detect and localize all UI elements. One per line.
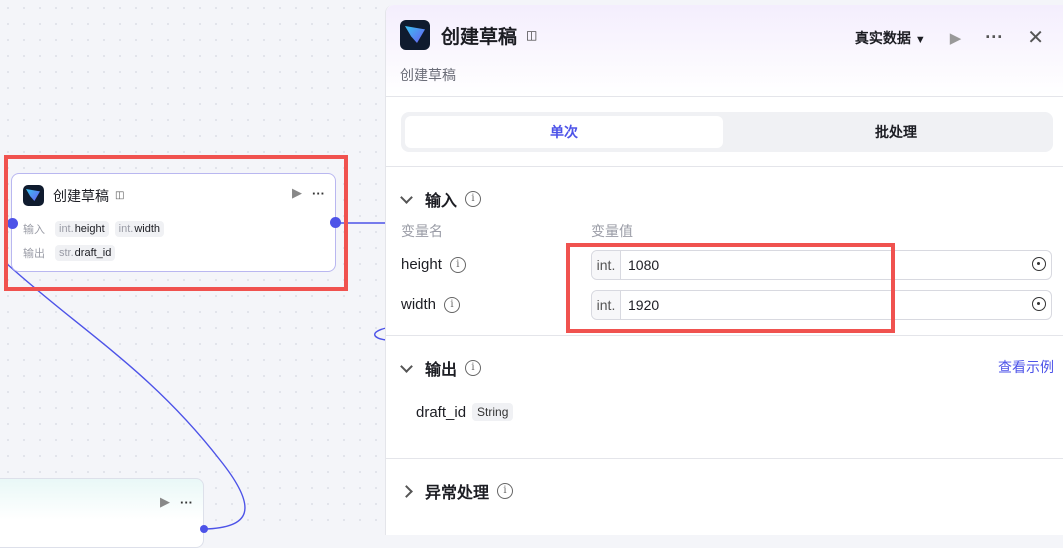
error-handling-section-header[interactable]: 异常处理 i bbox=[400, 479, 514, 503]
var-name-height: height i bbox=[401, 256, 466, 273]
run-mode-tabs: 单次 批处理 bbox=[401, 112, 1053, 152]
panel-title: 创建草稿 bbox=[441, 26, 518, 48]
output-var-row: draft_id String bbox=[416, 403, 514, 421]
panel-more-icon[interactable]: ··· bbox=[985, 27, 1003, 48]
chevron-down-icon bbox=[400, 359, 413, 373]
variable-reference-icon[interactable] bbox=[1032, 257, 1046, 271]
col-header-value: 变量值 bbox=[591, 223, 633, 239]
info-icon: i bbox=[465, 360, 482, 376]
panel-plugin-logo-icon bbox=[400, 20, 430, 50]
output-var-name: draft_id bbox=[416, 403, 467, 421]
info-icon: i bbox=[465, 191, 482, 207]
info-icon: i bbox=[444, 296, 461, 313]
var-name-width: width i bbox=[401, 296, 461, 313]
divider bbox=[386, 458, 1063, 459]
workflow-node-next[interactable]: ▶ ··· bbox=[0, 478, 204, 548]
chevron-down-icon bbox=[400, 190, 413, 204]
view-example-link[interactable]: 查看示例 bbox=[998, 357, 1054, 377]
variable-reference-icon[interactable] bbox=[1032, 297, 1046, 311]
highlight-box-node bbox=[4, 155, 348, 291]
col-header-name: 变量名 bbox=[401, 223, 443, 239]
node2-port[interactable] bbox=[200, 525, 208, 533]
tab-single[interactable]: 单次 bbox=[405, 116, 723, 148]
highlight-box-inputs bbox=[566, 243, 895, 333]
panel-description: 创建草稿 bbox=[400, 67, 456, 83]
chevron-right-icon bbox=[400, 484, 413, 498]
panel-run-icon[interactable]: ▶ bbox=[950, 29, 962, 47]
caret-down-icon: ▼ bbox=[914, 33, 926, 46]
output-var-type: String bbox=[472, 403, 514, 421]
input-section-header[interactable]: 输入 i bbox=[400, 187, 482, 211]
info-icon: i bbox=[449, 256, 466, 273]
node2-run-icon[interactable]: ▶ bbox=[160, 494, 170, 510]
panel-header: 创建草稿 ◫ 创建草稿 真实数据 ▼ ▶ ··· ✕ bbox=[386, 5, 1063, 97]
close-icon[interactable]: ✕ bbox=[1027, 25, 1044, 50]
output-section-header[interactable]: 输出 i bbox=[400, 356, 482, 380]
info-icon: i bbox=[497, 483, 514, 499]
divider bbox=[386, 166, 1063, 167]
divider bbox=[386, 335, 1063, 336]
panel-plugin-badge-icon: ◫ bbox=[526, 28, 538, 42]
node2-more-icon[interactable]: ··· bbox=[180, 495, 193, 510]
tab-batch[interactable]: 批处理 bbox=[741, 116, 1051, 148]
data-source-select[interactable]: 真实数据 ▼ bbox=[855, 28, 926, 48]
